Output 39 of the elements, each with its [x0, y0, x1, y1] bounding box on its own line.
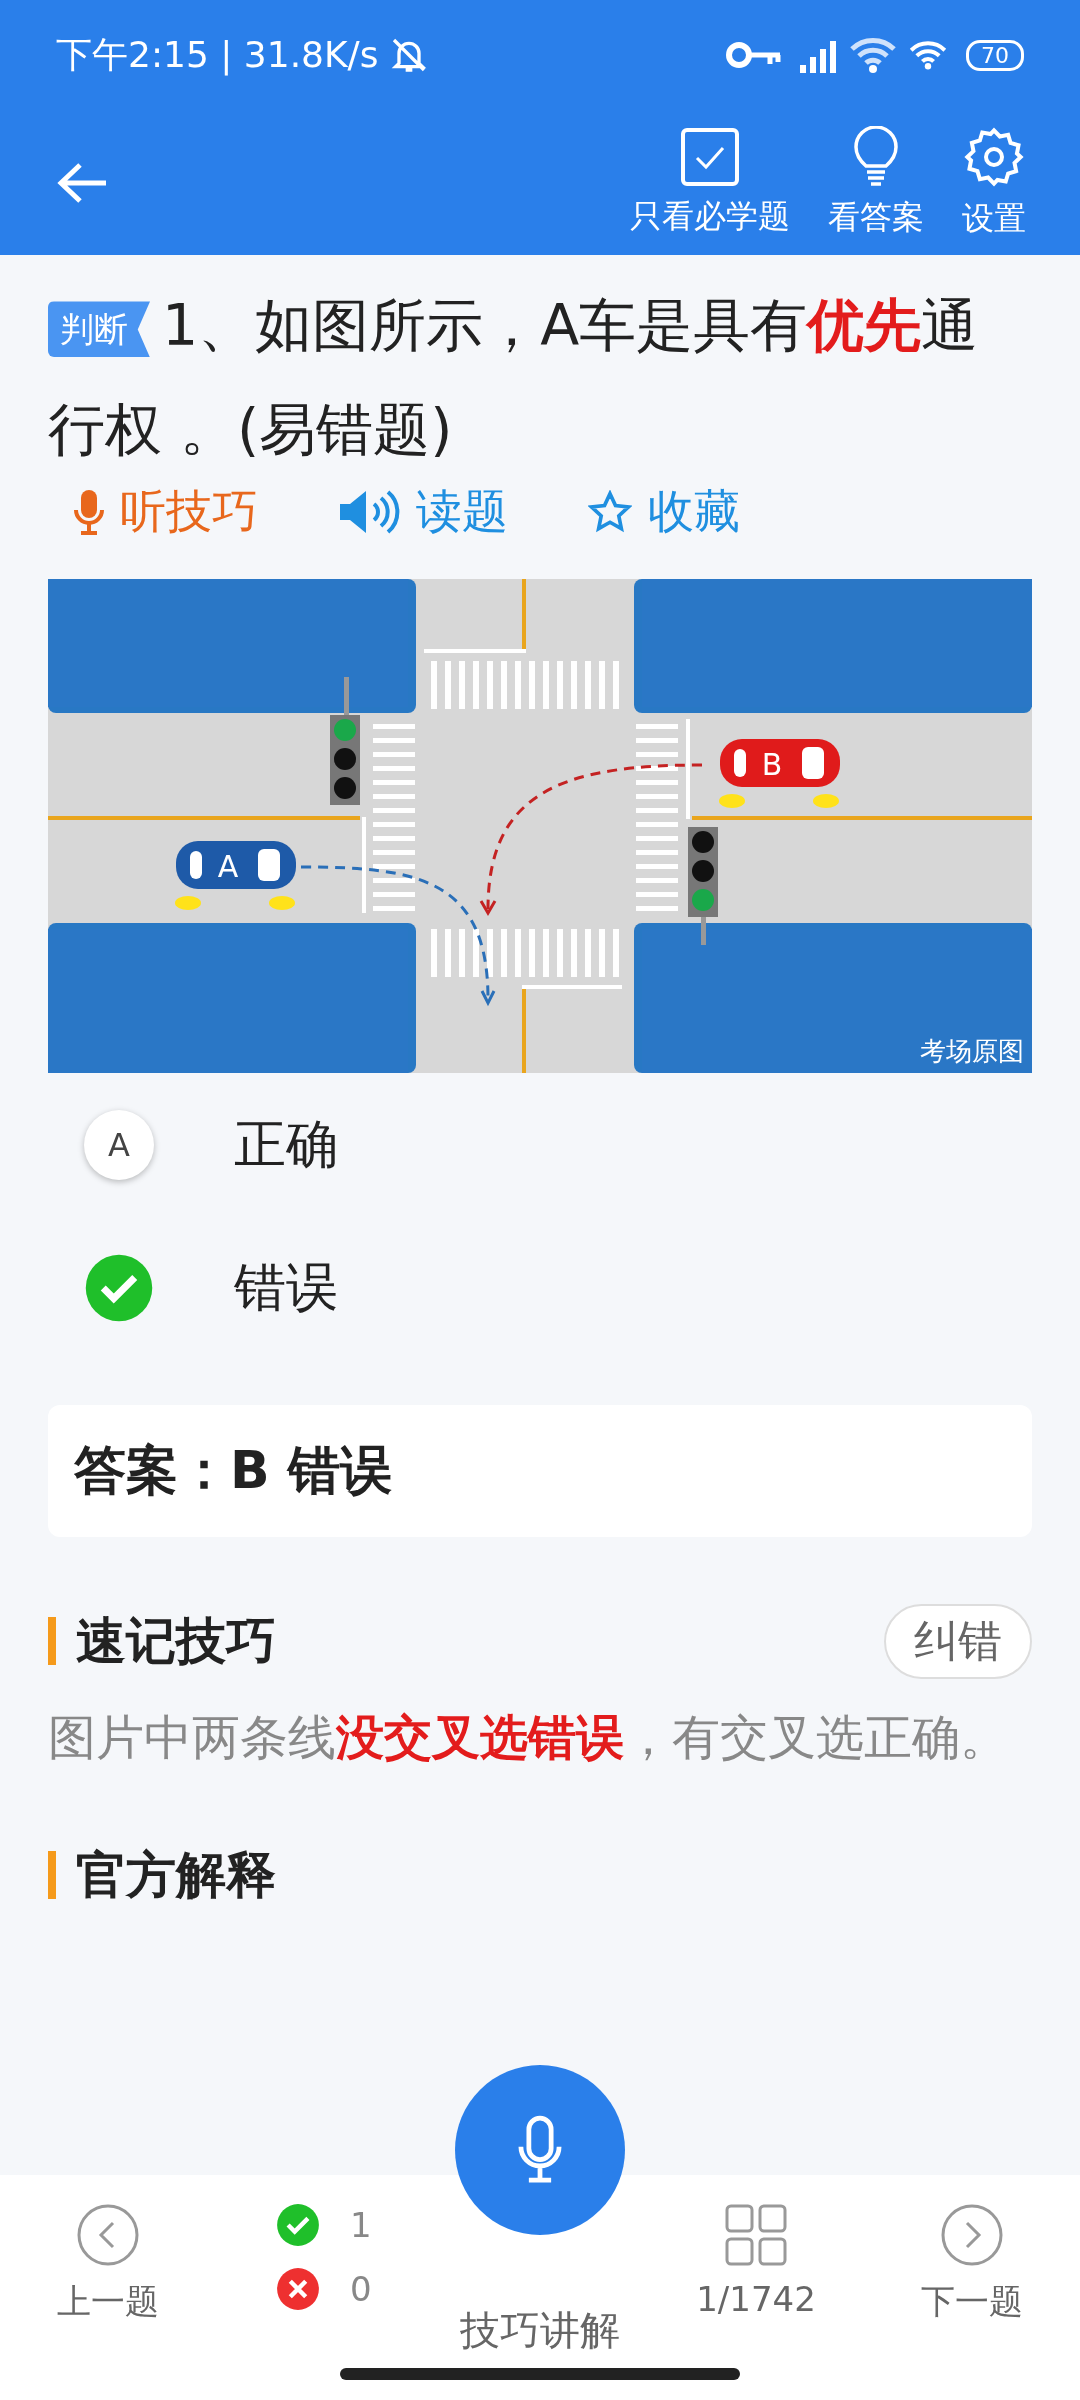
- option-marker[interactable]: A: [84, 1109, 154, 1180]
- option-text[interactable]: 正确: [234, 1109, 338, 1180]
- section-title: 速记技巧: [48, 1617, 276, 1665]
- chevron-right-icon: [940, 2203, 1004, 2267]
- wifi-icon: [848, 35, 898, 75]
- status-time: 下午2:15 | 31.8K/s: [56, 32, 379, 78]
- wrong-count: 0: [350, 2269, 372, 2309]
- type-tag: 判断: [48, 301, 150, 358]
- speaker-icon: [338, 488, 400, 536]
- chevron-left-icon: [76, 2203, 140, 2267]
- toolbar-button[interactable]: 只看必学题: [616, 126, 804, 239]
- tip-text: 图片中两条线没交叉选错误，有交叉选正确。: [48, 1708, 1009, 1767]
- question-grid-button[interactable]: 1/1742: [648, 2203, 864, 2319]
- cross-circle-icon: [276, 2267, 320, 2311]
- toolbar-button[interactable]: 设置: [948, 124, 1040, 241]
- previous-button[interactable]: 上一题: [0, 2203, 216, 2325]
- grid-icon: [724, 2203, 788, 2267]
- action-link[interactable]: 听技巧: [74, 481, 258, 543]
- microphone-icon: [74, 488, 104, 536]
- tips-button[interactable]: 技巧讲解: [432, 2303, 648, 2358]
- star-icon: [588, 490, 632, 534]
- toolbar-button[interactable]: 看答案: [814, 125, 938, 240]
- lightbulb-icon: [854, 125, 898, 188]
- option-text[interactable]: 错误: [234, 1252, 338, 1323]
- correction-button[interactable]: 纠错: [884, 1603, 1032, 1679]
- action-link[interactable]: 读题: [338, 481, 508, 543]
- question-text: 判断 1、如图所示，A车是具有优先通行权 。(易错题): [48, 291, 980, 464]
- check-circle-icon: [276, 2203, 320, 2247]
- correct-count: 1: [350, 2205, 372, 2245]
- check-circle-icon: [84, 1252, 154, 1323]
- checkbox-icon: [680, 126, 740, 187]
- key-icon: [726, 40, 782, 70]
- image-caption: 考场原图: [920, 1035, 1024, 1068]
- back-icon[interactable]: [56, 160, 108, 205]
- action-link[interactable]: 收藏: [588, 481, 740, 543]
- wifi-icon: [908, 39, 948, 71]
- next-button[interactable]: 下一题: [864, 2203, 1080, 2325]
- answer-card: 答案：B 错误: [48, 1405, 1032, 1537]
- battery-indicator: 70: [966, 39, 1024, 71]
